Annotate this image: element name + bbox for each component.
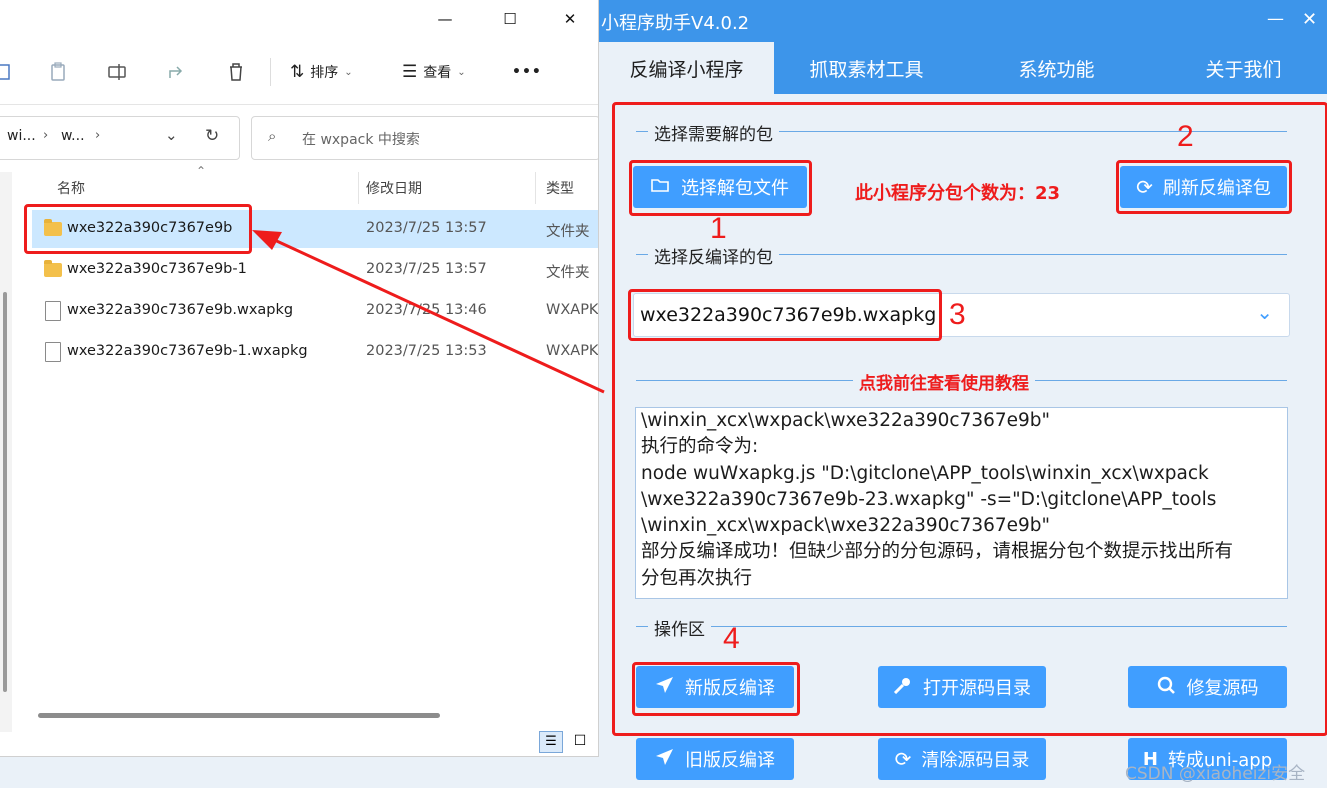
annotation-arrow-line <box>267 235 605 394</box>
annotation-arrow <box>252 230 605 394</box>
annotation-arrow-head <box>252 230 282 250</box>
